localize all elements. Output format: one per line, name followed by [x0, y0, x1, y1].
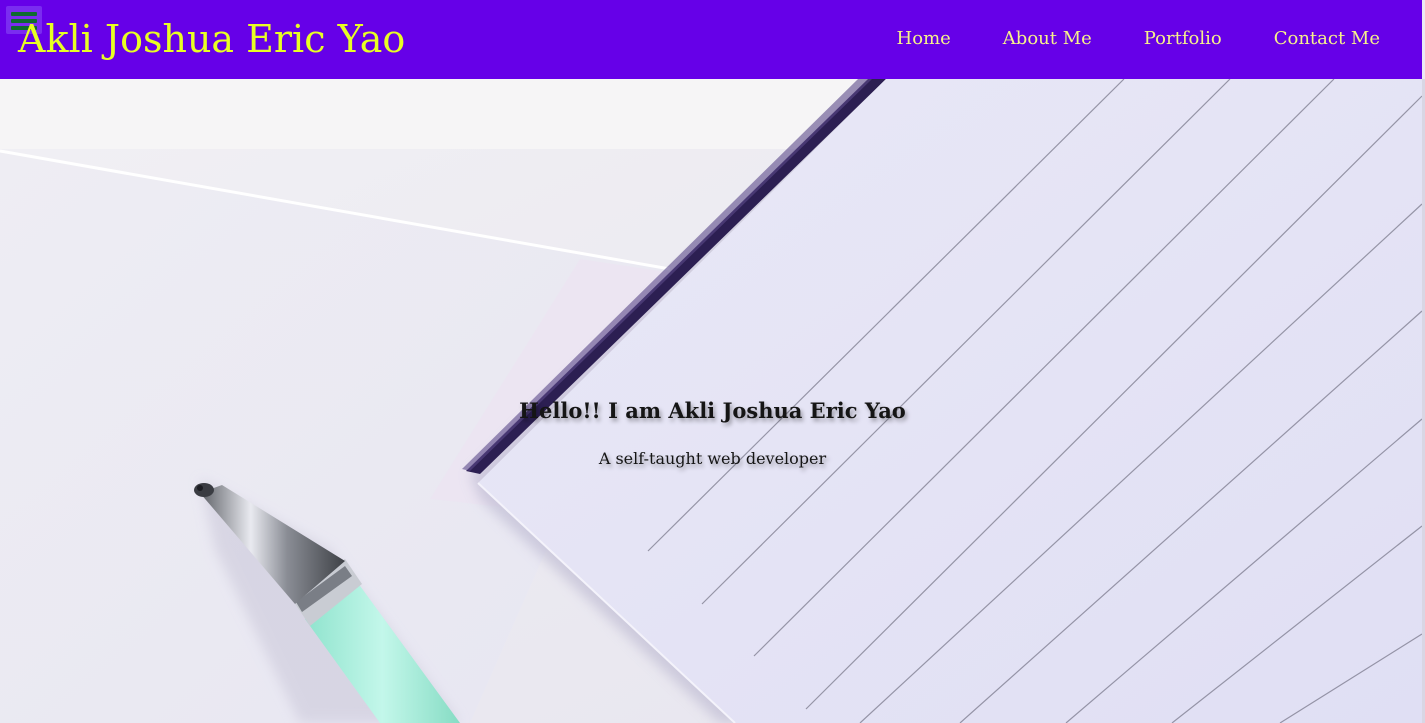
hero-subheading: A self-taught web developer: [598, 449, 827, 468]
main-nav: Home About Me Portfolio Contact Me: [897, 28, 1380, 50]
site-title[interactable]: Akli Joshua Eric Yao: [18, 20, 405, 58]
site-header: Akli Joshua Eric Yao Home About Me Portf…: [0, 0, 1422, 79]
page: Akli Joshua Eric Yao Home About Me Portf…: [0, 0, 1425, 723]
nav-contact-link[interactable]: Contact Me: [1222, 28, 1380, 50]
menu-bar: [11, 12, 37, 16]
nav-about-link[interactable]: About Me: [951, 28, 1092, 50]
nav-home-link[interactable]: Home: [897, 28, 951, 50]
nav-portfolio-link[interactable]: Portfolio: [1092, 28, 1222, 50]
hero-heading: Hello!! I am Akli Joshua Eric Yao: [519, 398, 906, 423]
